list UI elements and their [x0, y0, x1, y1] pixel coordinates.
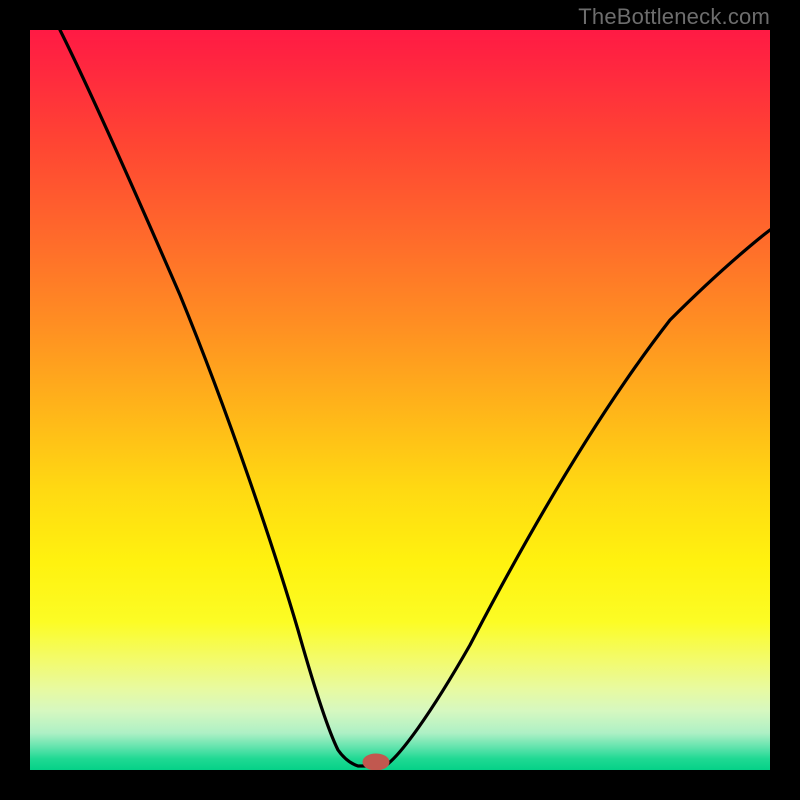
chart-frame: TheBottleneck.com	[0, 0, 800, 800]
valley-marker-icon	[363, 754, 389, 770]
plot-area	[30, 30, 770, 770]
chart-svg	[30, 30, 770, 770]
watermark-text: TheBottleneck.com	[578, 4, 770, 30]
bottleneck-curve	[60, 30, 770, 766]
